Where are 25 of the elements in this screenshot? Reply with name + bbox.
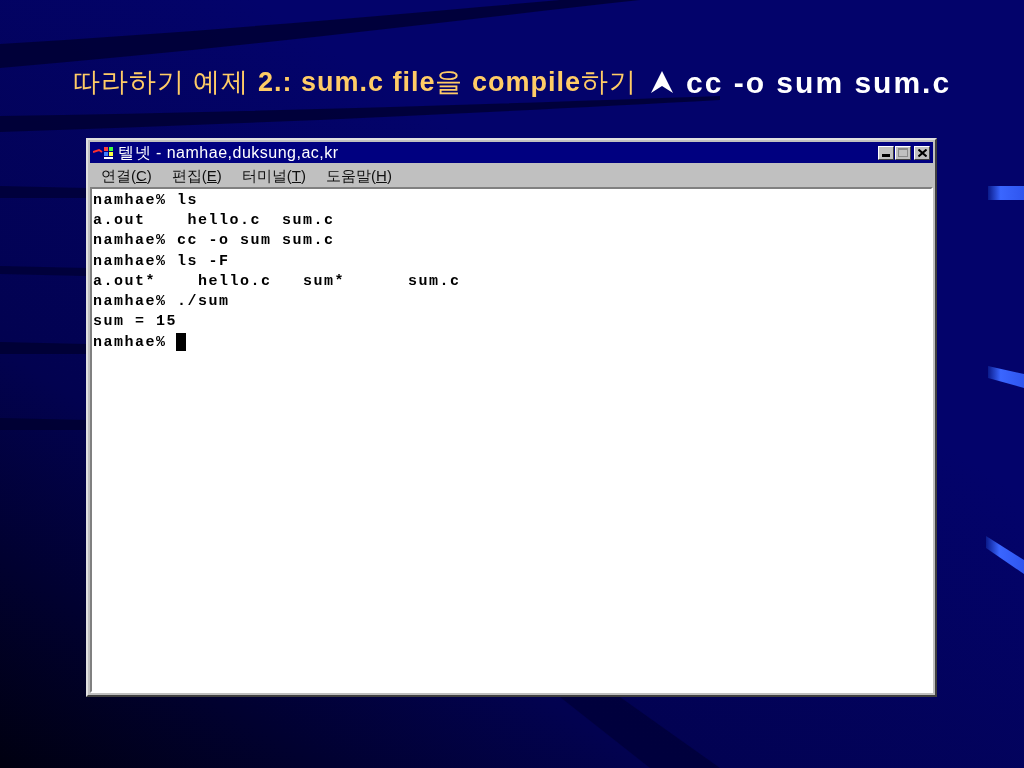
terminal-line: sum = 15	[93, 314, 177, 330]
terminal-line: namhae% ls -F	[93, 253, 230, 269]
maximize-icon	[898, 148, 908, 157]
background-stripe	[988, 366, 1024, 388]
slide-title: 따라하기 예제 2.: sum.c file을 compile하기	[72, 65, 637, 99]
terminal-line: namhae% cc -o sum sum.c	[93, 233, 335, 249]
menu-item[interactable]: 편집(E)	[170, 165, 223, 185]
menu-item[interactable]: 터미널(T)	[240, 165, 308, 185]
terminal-line: a.out* hello.c sum* sum.c	[93, 273, 461, 289]
command-text: cc -o sum sum.c	[686, 64, 952, 101]
menu-item[interactable]: 도움말(H)	[325, 165, 393, 185]
terminal-line: a.out hello.c sum.c	[93, 212, 335, 228]
background-stripe	[986, 536, 1024, 574]
arrowhead-icon	[651, 71, 673, 93]
menu-item[interactable]: 연결(C)	[100, 165, 153, 185]
terminal-line: namhae% ls	[93, 192, 198, 208]
window-icon	[93, 146, 113, 159]
terminal-line: namhae%	[93, 334, 167, 350]
terminal-line: namhae% ./sum	[93, 294, 230, 310]
close-icon	[917, 148, 927, 157]
close-button[interactable]	[914, 145, 930, 160]
background-stripe	[988, 186, 1024, 200]
window-title: 텔넷 - namhae,duksung,ac,kr	[118, 144, 339, 161]
minimize-button[interactable]	[878, 145, 894, 160]
minimize-icon	[882, 153, 890, 157]
